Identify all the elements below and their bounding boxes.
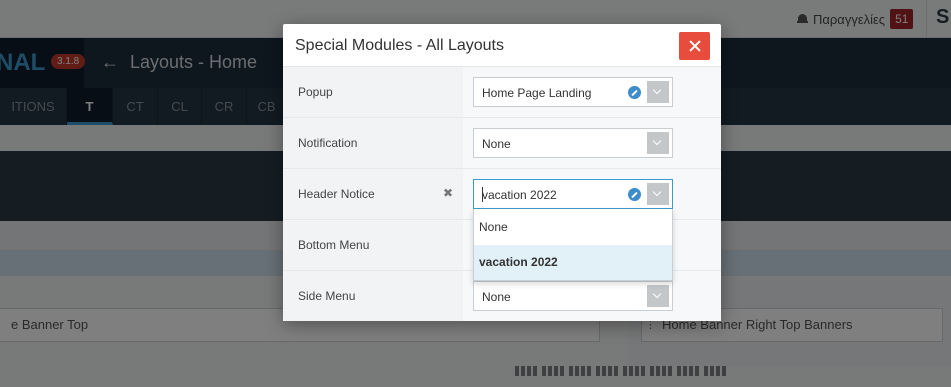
text-cursor [482, 187, 483, 202]
row-label: Header Notice [298, 187, 375, 201]
modal-header: Special Modules - All Layouts [283, 24, 721, 67]
row-notification: Notification None [283, 118, 721, 169]
row-label: Notification [298, 136, 358, 150]
select-value: Home Page Landing [482, 86, 592, 100]
popup-select[interactable]: Home Page Landing [473, 77, 673, 107]
close-button[interactable] [679, 32, 710, 60]
dropdown-option-none[interactable]: None [474, 210, 672, 245]
edit-icon[interactable] [628, 86, 641, 99]
select-value: None [482, 137, 511, 151]
special-modules-modal: Special Modules - All Layouts Popup Home… [283, 24, 721, 321]
row-label: Popup [298, 85, 333, 99]
row-label: Bottom Menu [298, 238, 370, 252]
side-menu-select[interactable]: None [473, 281, 673, 311]
header-notice-dropdown: None vacation 2022 [473, 209, 673, 281]
dropdown-option-vacation-2022[interactable]: vacation 2022 [474, 245, 672, 280]
row-popup: Popup Home Page Landing [283, 67, 721, 118]
chevron-down-icon[interactable] [647, 81, 669, 103]
header-notice-select[interactable]: vacation 2022 [473, 179, 673, 209]
row-label: Side Menu [298, 289, 356, 303]
chevron-down-icon[interactable] [647, 183, 669, 205]
modal-title: Special Modules - All Layouts [295, 37, 504, 54]
notification-select[interactable]: None [473, 128, 673, 158]
chevron-down-icon[interactable] [647, 132, 669, 154]
edit-icon[interactable] [628, 188, 641, 201]
select-value: vacation 2022 [482, 188, 557, 202]
clear-icon[interactable]: ✖ [443, 186, 453, 200]
chevron-down-icon[interactable] [647, 285, 669, 307]
select-value: None [482, 290, 511, 304]
